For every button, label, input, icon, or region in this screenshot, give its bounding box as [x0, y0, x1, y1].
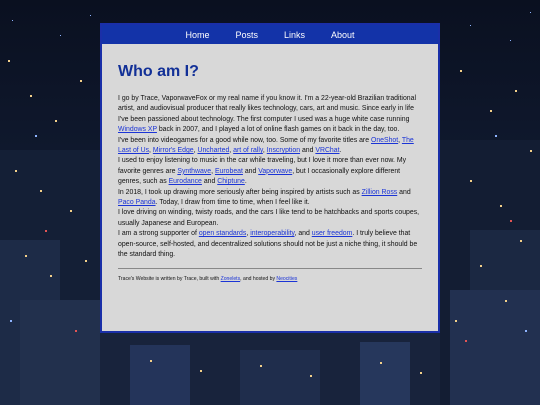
nav-posts-link[interactable]: Posts	[222, 30, 271, 40]
open-standards-link[interactable]: open standards	[199, 230, 247, 237]
footer-divider	[118, 267, 422, 269]
paco-panda-link[interactable]: Paco Panda	[118, 199, 156, 206]
music-paragraph: I used to enjoy listening to music in th…	[118, 157, 407, 186]
synthwave-link[interactable]: Synthwave	[177, 168, 211, 175]
art-of-rally-link[interactable]: art of rally	[233, 147, 263, 154]
driving-paragraph: I love driving on winding, twisty roads,…	[118, 209, 420, 227]
eurodance-link[interactable]: Eurodance	[169, 178, 202, 185]
eurobeat-link[interactable]: Eurobeat	[215, 168, 243, 175]
windows-xp-link[interactable]: Windows XP	[118, 126, 157, 133]
games-paragraph: I've been into videogames for a good whi…	[118, 136, 414, 155]
uncharted-link[interactable]: Uncharted	[197, 147, 229, 154]
zillion-ross-link[interactable]: Zillion Ross	[362, 189, 398, 196]
vrchat-link[interactable]: VRChat	[315, 147, 339, 154]
drawing-paragraph: In 2018, I took up drawing more seriousl…	[118, 188, 411, 207]
content-area: Who am I? I go by Trace, VaporwaveFox or…	[102, 63, 438, 283]
nav-about-link[interactable]: About	[318, 30, 368, 40]
main-card: Home Posts Links About Who am I? I go by…	[100, 23, 440, 333]
top-navigation: Home Posts Links About	[102, 25, 438, 44]
vaporwave-link[interactable]: Vaporwave	[258, 168, 292, 175]
oneshot-link[interactable]: OneShot	[371, 137, 398, 144]
page-title: Who am I?	[118, 63, 199, 80]
nav-links-link[interactable]: Links	[271, 30, 318, 40]
zonelets-link[interactable]: Zonelets	[221, 276, 241, 282]
inscryption-link[interactable]: Inscryption	[267, 147, 300, 154]
neocities-link[interactable]: Neocities	[276, 276, 297, 282]
nav-home-link[interactable]: Home	[172, 30, 222, 40]
site-footer: Trace's Website is written by Trace, bui…	[118, 275, 298, 282]
chiptune-link[interactable]: Chiptune	[217, 178, 245, 185]
beliefs-paragraph: I am a strong supporter of open standard…	[118, 230, 418, 259]
intro-paragraph: I go by Trace, VaporwaveFox or my real n…	[118, 95, 416, 134]
user-freedom-link[interactable]: user freedom	[312, 230, 353, 237]
mirrors-edge-link[interactable]: Mirror's Edge	[153, 147, 194, 154]
interoperability-link[interactable]: interoperability	[250, 230, 294, 237]
